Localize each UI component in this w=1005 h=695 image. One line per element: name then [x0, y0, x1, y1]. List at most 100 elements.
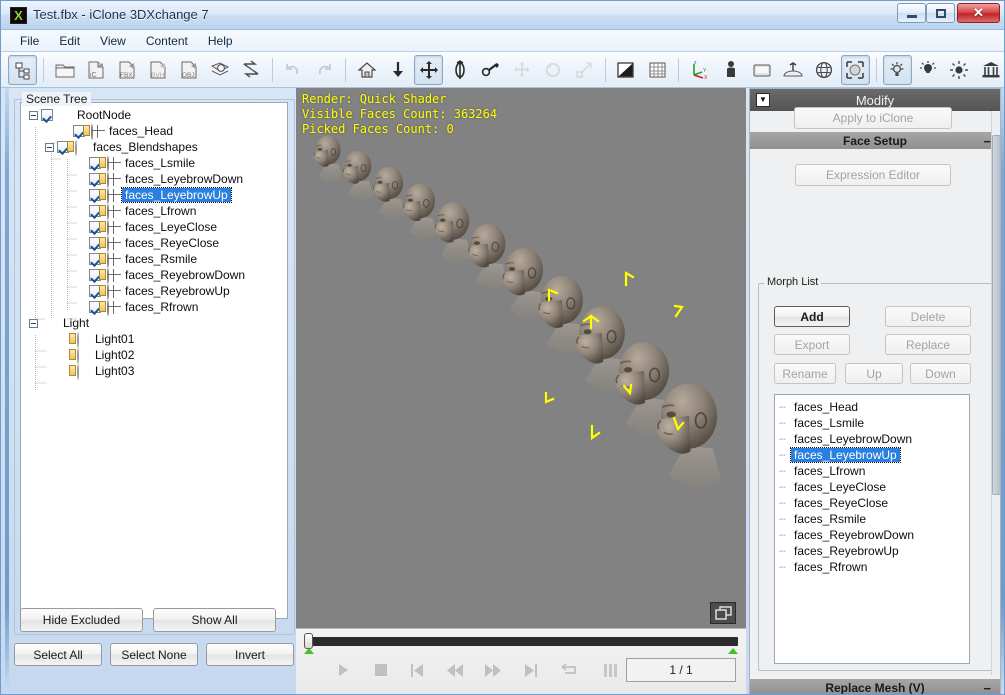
- morph-list-item[interactable]: ┄ faces_LeyebrowUp: [775, 447, 969, 463]
- tree-node[interactable]: faces_ReyeClose: [21, 235, 287, 252]
- spot-light-icon[interactable]: [914, 55, 943, 85]
- morph-export-button[interactable]: Export: [774, 334, 850, 355]
- drop-to-floor-icon[interactable]: [383, 55, 412, 85]
- face-setup-collapse-icon[interactable]: −: [983, 134, 991, 149]
- play-button[interactable]: [330, 659, 356, 681]
- scene-tree-toggle-icon[interactable]: [8, 54, 38, 85]
- replace-mesh-section-header[interactable]: Replace Mesh (V) −: [750, 679, 1000, 694]
- tree-node[interactable]: faces_Blendshapes: [21, 139, 287, 156]
- export-bvh-icon[interactable]: BVH: [143, 55, 172, 85]
- menu-file[interactable]: File: [11, 31, 48, 51]
- globe-icon[interactable]: [809, 55, 838, 85]
- timeline-range-end-marker[interactable]: [728, 648, 738, 654]
- show-all-button[interactable]: Show All: [153, 608, 276, 632]
- plane-icon[interactable]: [747, 55, 776, 85]
- morph-list-item[interactable]: ┄ faces_Lfrown: [775, 463, 969, 479]
- reload-icon[interactable]: [237, 55, 266, 85]
- hide-excluded-button[interactable]: Hide Excluded: [20, 608, 143, 632]
- scene-tree-list[interactable]: RootNode faces_Head faces_Blendshapes faces…: [20, 102, 288, 619]
- morph-up-button[interactable]: Up: [845, 363, 903, 384]
- fast-forward-button[interactable]: [480, 659, 506, 681]
- timeline-range-start-marker[interactable]: [304, 648, 314, 654]
- tree-node[interactable]: faces_LeyebrowUp: [21, 187, 287, 204]
- redo-icon[interactable]: [310, 55, 339, 85]
- wireframe-grid-icon[interactable]: [643, 55, 672, 85]
- menu-content[interactable]: Content: [137, 31, 197, 51]
- frame-counter[interactable]: 1 / 1: [626, 658, 736, 682]
- tree-expander-icon[interactable]: [45, 142, 54, 152]
- timeline-scrubber[interactable]: [304, 633, 313, 649]
- skip-to-start-button[interactable]: [404, 659, 430, 681]
- tree-node[interactable]: faces_Head: [21, 123, 287, 140]
- 3d-viewport[interactable]: Render: Quick Shader Visible Faces Count…: [296, 88, 746, 628]
- scale-disabled-icon[interactable]: [570, 55, 599, 85]
- right-splitter[interactable]: [1001, 88, 1004, 688]
- right-panel-scroll-thumb[interactable]: [992, 135, 1000, 495]
- select-none-button[interactable]: Select None: [110, 643, 198, 666]
- rewind-button[interactable]: [442, 659, 468, 681]
- left-splitter[interactable]: [5, 88, 9, 688]
- tree-node[interactable]: faces_Lsmile: [21, 155, 287, 172]
- maximize-button[interactable]: [926, 3, 955, 23]
- undo-icon[interactable]: [279, 55, 308, 85]
- morph-list-item[interactable]: ┄ faces_Rsmile: [775, 511, 969, 527]
- tree-node[interactable]: faces_Rsmile: [21, 251, 287, 268]
- bounding-box-icon[interactable]: [840, 54, 870, 85]
- point-light-icon[interactable]: [945, 55, 974, 85]
- right-panel-scrollbar[interactable]: [991, 111, 1000, 675]
- morph-delete-button[interactable]: Delete: [885, 306, 971, 327]
- light-preview-icon[interactable]: [882, 54, 912, 85]
- axis-gizmo-icon[interactable]: z Y X: [685, 55, 714, 85]
- move-tool-icon[interactable]: [414, 54, 444, 85]
- menu-view[interactable]: View: [91, 31, 135, 51]
- tree-node[interactable]: faces_Rfrown: [21, 299, 287, 316]
- apply-to-iclone-button[interactable]: Apply to iClone: [794, 107, 952, 129]
- export-obj-icon[interactable]: OBJ: [175, 55, 204, 85]
- close-button[interactable]: ✕: [957, 3, 1000, 23]
- replace-mesh-collapse-icon[interactable]: −: [983, 681, 991, 694]
- open-folder-icon[interactable]: [50, 55, 79, 85]
- menu-edit[interactable]: Edit: [50, 31, 89, 51]
- tree-node[interactable]: faces_ReyebrowDown: [21, 267, 287, 284]
- morph-list-item[interactable]: ┄ faces_Lsmile: [775, 415, 969, 431]
- timeline-track[interactable]: [304, 637, 738, 646]
- select-all-button[interactable]: Select All: [14, 643, 102, 666]
- character-icon[interactable]: [716, 55, 745, 85]
- morph-list-item[interactable]: ┄ faces_Head: [775, 399, 969, 415]
- batch-convert-icon[interactable]: [206, 55, 235, 85]
- invert-button[interactable]: Invert: [206, 643, 294, 666]
- rotate-tool-icon[interactable]: [445, 55, 474, 85]
- tree-node[interactable]: Light02: [21, 347, 287, 364]
- loop-button[interactable]: [556, 659, 582, 681]
- morph-list-item[interactable]: ┄ faces_LeyeClose: [775, 479, 969, 495]
- ground-icon[interactable]: [778, 55, 807, 85]
- tree-node[interactable]: faces_Lfrown: [21, 203, 287, 220]
- shading-mode-icon[interactable]: [612, 55, 641, 85]
- morph-list-item[interactable]: ┄ faces_LeyebrowDown: [775, 431, 969, 447]
- translate-disabled-icon[interactable]: [508, 55, 537, 85]
- export-ic-icon[interactable]: iC: [81, 55, 110, 85]
- tree-node[interactable]: RootNode: [21, 107, 287, 123]
- morph-rename-button[interactable]: Rename: [774, 363, 836, 384]
- tree-node[interactable]: Light: [21, 315, 287, 331]
- tracks-button[interactable]: [598, 659, 624, 681]
- export-fbx-icon[interactable]: FBX: [112, 55, 141, 85]
- morph-list-item[interactable]: ┄ faces_Rfrown: [775, 559, 969, 575]
- tree-node[interactable]: faces_LeyeClose: [21, 219, 287, 236]
- morph-replace-button[interactable]: Replace: [885, 334, 971, 355]
- tree-node-checkbox[interactable]: [41, 109, 53, 121]
- rotate-disabled-icon[interactable]: [539, 55, 568, 85]
- skip-to-end-button[interactable]: [518, 659, 544, 681]
- face-setup-section-header[interactable]: Face Setup −: [750, 132, 1000, 149]
- home-icon[interactable]: [352, 55, 381, 85]
- stop-button[interactable]: [368, 659, 394, 681]
- pick-tool-icon[interactable]: [476, 55, 505, 85]
- morph-list[interactable]: ┄ faces_Head ┄ faces_Lsmile ┄ faces_LeyebrowD…: [774, 394, 970, 664]
- tree-node[interactable]: Light03: [21, 363, 287, 380]
- morph-add-button[interactable]: Add: [774, 306, 850, 327]
- layers-icon[interactable]: [710, 602, 736, 624]
- chevron-down-icon[interactable]: ▼: [756, 93, 770, 107]
- morph-list-item[interactable]: ┄ faces_ReyebrowUp: [775, 543, 969, 559]
- morph-down-button[interactable]: Down: [910, 363, 971, 384]
- minimize-button[interactable]: [897, 3, 926, 23]
